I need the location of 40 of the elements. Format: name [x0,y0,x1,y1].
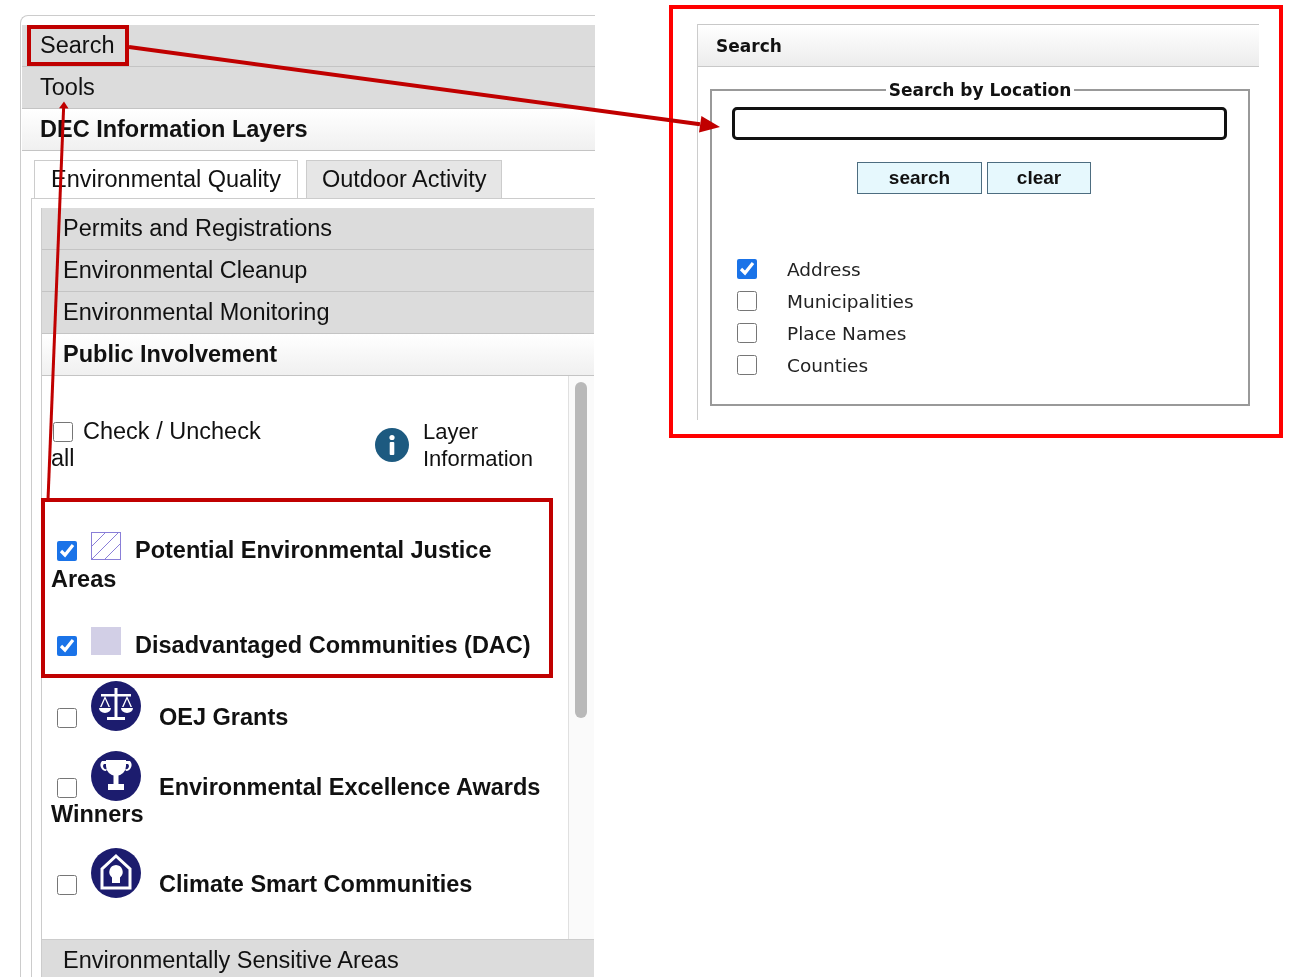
option-label: Municipalities [787,290,914,312]
checkbox[interactable] [57,708,77,728]
trophy-icon [91,751,141,801]
accordion-header[interactable]: Tools [22,67,595,109]
option-label: Place Names [787,322,907,344]
category-header[interactable]: Environmentally Sensitive Areas [42,940,594,977]
checkbox[interactable] [57,541,77,561]
checkbox[interactable] [57,875,77,895]
info-icon[interactable] [375,428,409,462]
swatch [91,627,121,655]
scales-icon [91,681,141,731]
option-label: Address [787,258,861,280]
layer-option[interactable]: Environmental Excellence Awards Winners [51,751,546,828]
scrollbar-thumb[interactable] [575,382,587,718]
tab[interactable]: Outdoor Activity [305,160,503,198]
check-all-option[interactable]: Check / Uncheck all [51,418,289,472]
search-button[interactable]: search [857,162,982,194]
hatched-swatch [91,532,121,560]
layer-option[interactable]: Disadvantaged Communities (DAC) [51,627,546,661]
category-header[interactable]: Environmental Monitoring [42,292,594,334]
category-header[interactable]: Environmental Cleanup [42,250,594,292]
checkbox[interactable] [57,778,77,798]
checkbox[interactable] [737,355,757,375]
layer-option[interactable]: Climate Smart Communities [51,848,546,898]
layer-option[interactable]: OEJ Grants [51,681,546,731]
checkbox[interactable] [57,636,77,656]
accordion-header[interactable]: Search [22,25,595,67]
clear-button[interactable]: clear [987,162,1091,194]
category-header[interactable]: Permits and Registrations [42,208,594,250]
checkbox[interactable] [737,259,757,279]
house-icon [91,848,141,898]
checkbox[interactable] [737,291,757,311]
layer-option[interactable]: Potential Environmental Justice Areas [51,532,546,593]
group-legend: Search by Location [885,80,1075,100]
checkbox[interactable] [53,422,73,442]
checkbox[interactable] [737,323,757,343]
option-label: Counties [787,354,869,376]
search-field[interactable] [732,107,1227,140]
layer-information-label[interactable]: Layer Information [423,418,547,472]
panel-title[interactable]: Search [698,24,1259,67]
